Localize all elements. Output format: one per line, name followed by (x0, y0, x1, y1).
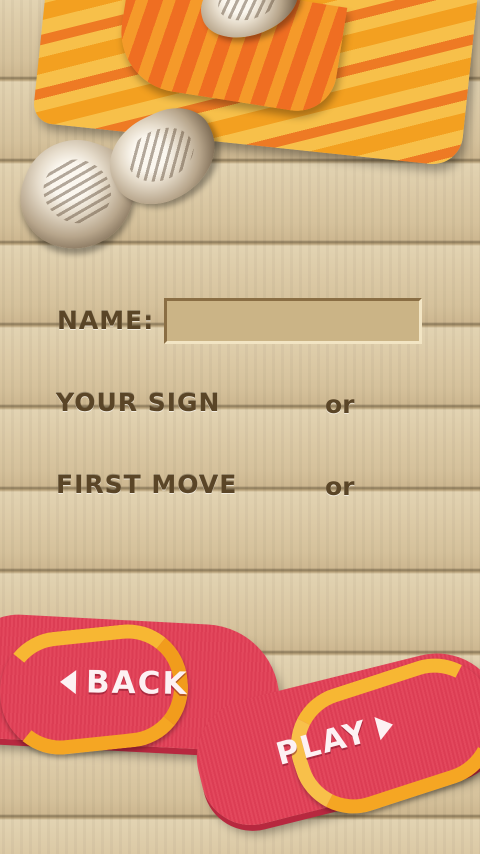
back-button-label: BACK (85, 664, 189, 703)
name-label: NAME: (57, 306, 155, 335)
back-button[interactable]: BACK (59, 664, 189, 703)
arrow-left-icon (59, 669, 77, 695)
move-or-text: or (325, 472, 355, 501)
first-move-label: FIRST MOVE (56, 470, 238, 499)
your-sign-label: YOUR SIGN (56, 388, 221, 417)
name-input[interactable] (164, 298, 422, 344)
sign-or-text: or (325, 390, 355, 419)
